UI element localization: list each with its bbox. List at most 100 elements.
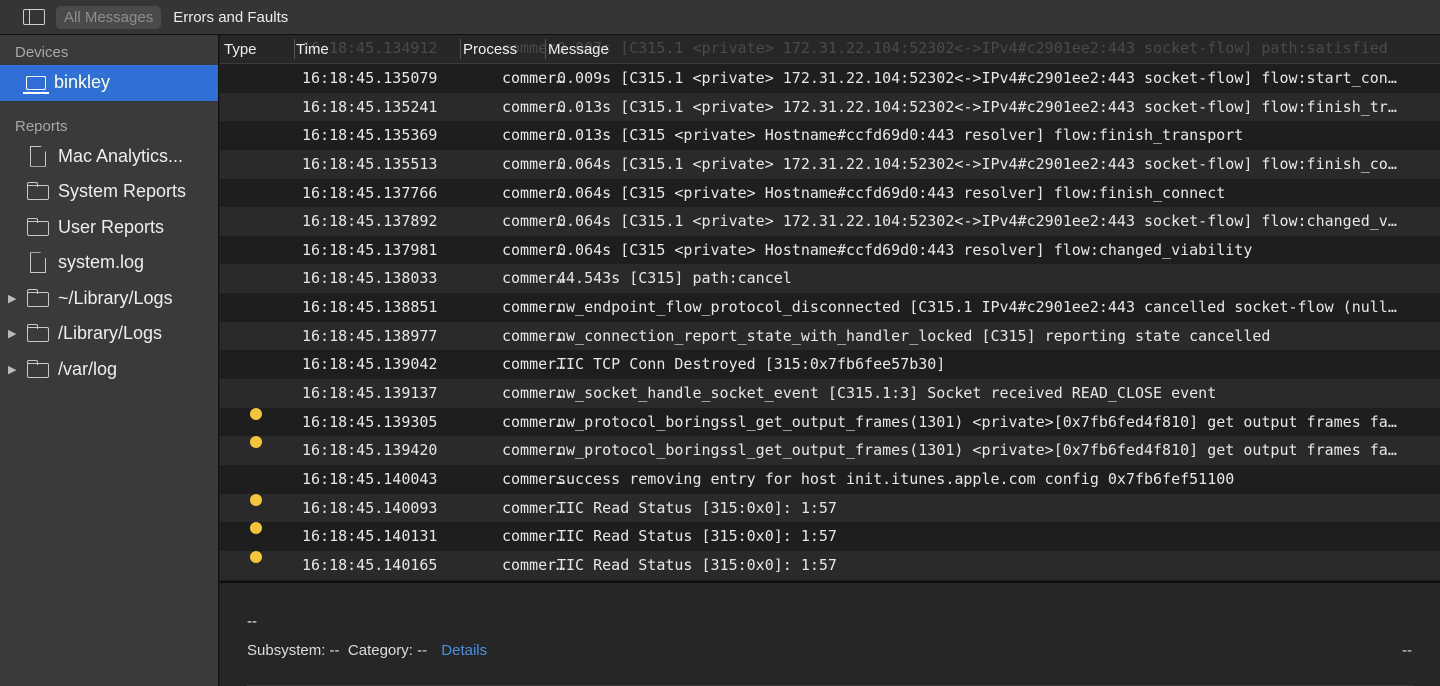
detail-meta: Subsystem: -- Category: -- Details	[247, 642, 487, 659]
detail-pane: -- Subsystem: -- Category: -- Details --	[220, 581, 1440, 686]
cell-process: commer…	[502, 212, 566, 231]
devices-heading: Devices	[15, 44, 69, 61]
log-table: 16:18:45.135079 commer… 0.009s [C315.1 <pr…	[220, 35, 1440, 581]
subsystem-value: --	[329, 642, 340, 659]
cell-time: 16:18:45.139420	[302, 441, 438, 460]
cell-process: commer…	[502, 97, 566, 116]
tab-all-messages[interactable]: All Messages	[56, 5, 162, 29]
detail-title: --	[247, 613, 257, 630]
table-row[interactable]: 16:18:45.138977 commer… nw_connection_repo…	[220, 321, 1440, 351]
sidebar-item[interactable]: system.log	[0, 245, 218, 281]
table-header: 16:18:45.134912 commer… 0.007s [C315.1 <…	[220, 35, 1440, 64]
cell-time: 16:18:45.137766	[302, 183, 438, 202]
cell-message: 0.013s [C315 <private> Hostname#ccfd69d0…	[557, 126, 1244, 145]
cell-process: commer…	[502, 126, 566, 145]
error-dot-icon	[250, 407, 262, 420]
toolbar: All Messages Errors and Faults	[0, 0, 1440, 35]
cell-time: 16:18:45.139042	[302, 355, 438, 374]
cell-time: 16:18:45.138033	[302, 269, 438, 288]
table-row[interactable]: 16:18:45.135241 commer… 0.013s [C315.1 <pr…	[220, 92, 1440, 122]
details-link[interactable]: Details	[441, 642, 487, 659]
table-row[interactable]: 16:18:45.140043 commer… success removing e…	[220, 464, 1440, 494]
cell-process: commer…	[502, 269, 566, 288]
table-row[interactable]: 16:18:45.137981 commer… 0.064s [C315 <priv…	[220, 235, 1440, 265]
table-row[interactable]: 16:18:45.140131 commer… TIC Read Status [3…	[220, 522, 1440, 551]
sidebar-item-label: /var/log	[58, 358, 118, 379]
disclosure-triangle-icon[interactable]: ▶	[8, 327, 16, 340]
disclosure-triangle-icon[interactable]: ▶	[8, 363, 16, 376]
cell-process: commer…	[502, 183, 566, 202]
sidebar-item-binkley[interactable]: binkley	[0, 65, 218, 101]
sidebar-item-label: /Library/Logs	[58, 323, 163, 344]
cell-time: 16:18:45.135369	[302, 126, 438, 145]
table-row[interactable]: 16:18:45.139042 commer… TIC TCP Conn Destr…	[220, 350, 1440, 380]
cell-time: 16:18:45.135079	[302, 69, 438, 87]
cell-message: 0.064s [C315.1 <private> 172.31.22.104:5…	[557, 154, 1397, 173]
cell-process: commer…	[502, 326, 566, 345]
disclosure-triangle-icon[interactable]: ▶	[8, 292, 16, 305]
sidebar-item[interactable]: ▶ /Library/Logs	[0, 316, 218, 352]
cell-process: commer…	[502, 441, 566, 460]
device-label: binkley	[54, 72, 111, 93]
error-dot-icon	[250, 436, 262, 449]
error-dot-icon	[250, 522, 262, 535]
folder-icon	[26, 288, 49, 307]
document-icon	[30, 252, 46, 274]
sidebar-item-label: system.log	[58, 252, 145, 273]
cell-message: nw_endpoint_flow_protocol_disconnected […	[557, 298, 1397, 317]
cell-message: 44.543s [C315] path:cancel	[557, 269, 792, 288]
sidebar-item[interactable]: ▶ ~/Library/Logs	[0, 281, 218, 317]
tab-errors-and-faults[interactable]: Errors and Faults	[165, 6, 296, 29]
cell-message: 0.064s [C315.1 <private> 172.31.22.104:5…	[557, 212, 1397, 231]
folder-icon	[26, 324, 49, 343]
table-row[interactable]: 16:18:45.135079 commer… 0.009s [C315.1 <pr…	[220, 64, 1440, 93]
cell-message: TIC Read Status [315:0x0]: 1:57	[557, 498, 837, 517]
cell-message: nw_protocol_boringssl_get_output_frames(…	[557, 441, 1397, 460]
cell-message: nw_socket_handle_socket_event [C315.1:3]…	[557, 384, 1217, 403]
cell-process: commer…	[502, 355, 566, 374]
table-row[interactable]: 16:18:45.138033 commer… 44.543s [C315] pat…	[220, 264, 1440, 294]
detail-right-value: --	[1402, 642, 1412, 659]
column-message[interactable]: Message	[548, 41, 609, 58]
cell-time: 16:18:45.138851	[302, 298, 438, 317]
table-row[interactable]: 16:18:45.135513 commer… 0.064s [C315.1 <pr…	[220, 149, 1440, 179]
table-row[interactable]: 16:18:45.135369 commer… 0.013s [C315 <priv…	[220, 121, 1440, 150]
table-row[interactable]: 16:18:45.139420 commer… nw_protocol_boring…	[220, 436, 1440, 465]
sidebar-item[interactable]: Mac Analytics...	[0, 139, 218, 175]
cell-message: nw_connection_report_state_with_handler_…	[557, 326, 1271, 345]
cell-process: commer…	[502, 412, 566, 431]
table-row[interactable]: 16:18:45.139305 commer… nw_protocol_boring…	[220, 407, 1440, 437]
sidebar-toggle-icon[interactable]	[23, 9, 45, 25]
sidebar: Devices binkley Reports Mac Analytics...…	[0, 35, 219, 686]
table-row[interactable]: 16:18:45.138851 commer… nw_endpoint_flow_p…	[220, 293, 1440, 322]
table-row[interactable]: 16:18:45.140165 commer… TIC Read Status [3…	[220, 550, 1440, 580]
table-row[interactable]: 16:18:45.139137 commer… nw_socket_handle_s…	[220, 379, 1440, 408]
cell-process: commer…	[502, 469, 566, 488]
sidebar-item-label: Mac Analytics...	[58, 145, 184, 166]
cell-process: commer…	[502, 240, 566, 259]
laptop-icon	[23, 75, 49, 94]
cell-message: TIC Read Status [315:0x0]: 1:57	[557, 527, 837, 546]
partial-row: 16:18:45.134912 commer… 0.007s [C315.1 <…	[302, 39, 1388, 57]
column-time[interactable]: Time	[296, 41, 329, 58]
category-label: Category:	[347, 642, 413, 659]
cell-message: TIC Read Status [315:0x0]: 1:57	[557, 555, 837, 574]
cell-process: commer…	[502, 69, 566, 87]
sidebar-item[interactable]: ▶ /var/log	[0, 352, 218, 388]
cell-message: 0.064s [C315 <private> Hostname#ccfd69d0…	[557, 240, 1253, 259]
sidebar-item[interactable]: System Reports	[0, 174, 218, 210]
table-row[interactable]: 16:18:45.137892 commer… 0.064s [C315.1 <pr…	[220, 207, 1440, 236]
error-dot-icon	[250, 493, 262, 506]
cell-time: 16:18:45.140131	[302, 527, 438, 546]
sidebar-item-label: User Reports	[58, 216, 165, 237]
cell-process: commer…	[502, 498, 566, 517]
table-row[interactable]: 16:18:45.137766 commer… 0.064s [C315 <priv…	[220, 178, 1440, 208]
column-type[interactable]: Type	[224, 41, 257, 58]
folder-icon	[26, 182, 49, 201]
subsystem-label: Subsystem:	[247, 642, 326, 659]
table-row[interactable]: 16:18:45.140093 commer… TIC Read Status [3…	[220, 493, 1440, 523]
cell-time: 16:18:45.140165	[302, 555, 438, 574]
document-icon	[30, 145, 46, 167]
sidebar-item[interactable]: User Reports	[0, 210, 218, 246]
column-process[interactable]: Process	[463, 41, 517, 58]
